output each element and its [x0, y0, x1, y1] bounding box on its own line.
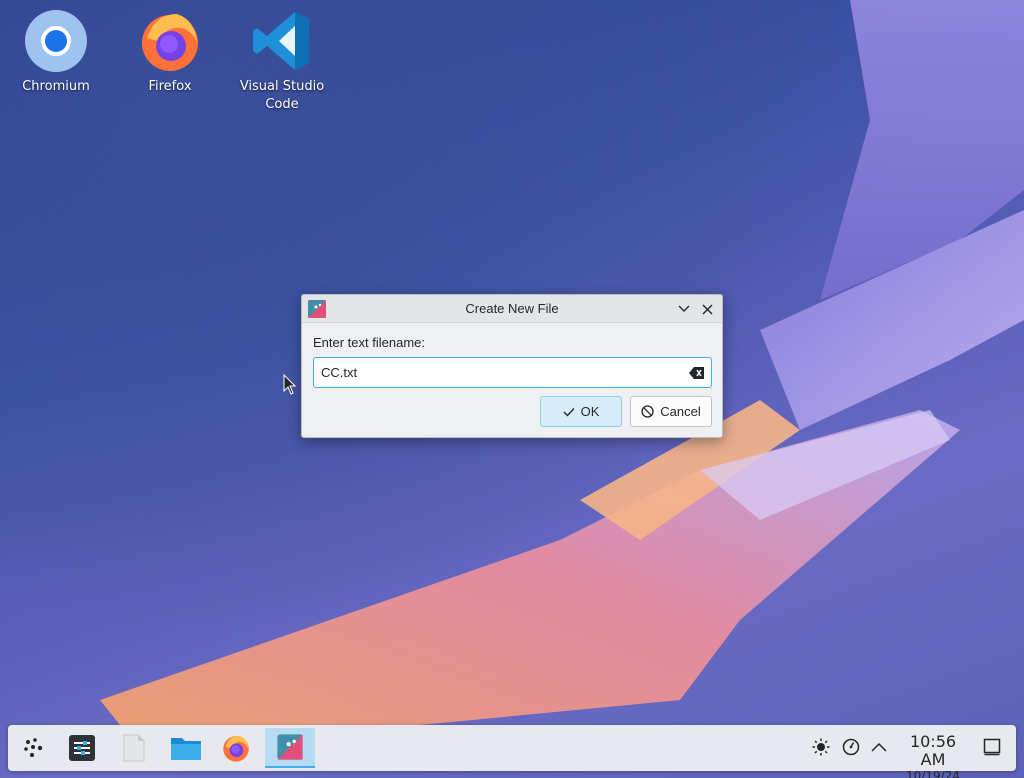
- desktop-icon-firefox[interactable]: Firefox: [122, 2, 218, 96]
- tray-brightness[interactable]: [810, 736, 832, 758]
- minimize-button[interactable]: [674, 299, 694, 319]
- taskbar-kdialog[interactable]: [265, 728, 315, 768]
- clock-date: 10/19/24: [906, 769, 960, 778]
- desktop-icon-chromium[interactable]: Chromium: [8, 2, 104, 96]
- desktop-icon-label: Visual Studio Code: [239, 79, 325, 112]
- cancel-button[interactable]: Cancel: [630, 396, 712, 427]
- show-desktop-button[interactable]: [981, 736, 1003, 758]
- taskbar: 10:56 AM 10/19/24: [8, 725, 1016, 778]
- brightness-icon: [812, 738, 830, 756]
- taskbar-file-manager[interactable]: [164, 728, 208, 768]
- mouse-pointer-icon: [283, 374, 297, 395]
- desktop-icon-vscode[interactable]: Visual Studio Code: [234, 2, 330, 114]
- close-button[interactable]: [697, 299, 717, 319]
- taskbar-firefox[interactable]: [214, 728, 258, 768]
- filename-input-value[interactable]: CC.txt: [321, 365, 357, 380]
- tray-system-monitor[interactable]: [840, 736, 862, 758]
- file-manager-icon: [171, 738, 201, 760]
- tray-expand-icon: [871, 742, 887, 752]
- ok-button[interactable]: OK: [540, 396, 622, 427]
- chevron-down-icon: [678, 305, 690, 312]
- taskbar-application-launcher[interactable]: [12, 728, 56, 768]
- close-icon: [702, 304, 712, 314]
- cancel-icon: [641, 405, 654, 418]
- kdialog-icon: [277, 734, 303, 760]
- filename-input[interactable]: CC.txt: [313, 357, 712, 388]
- checkmark-icon: [563, 407, 575, 417]
- taskbar-text-editor[interactable]: [112, 728, 156, 768]
- cancel-button-label: Cancel: [660, 404, 701, 419]
- clock-time: 10:56 AM: [909, 732, 957, 769]
- filename-prompt-label: Enter text filename:: [313, 335, 425, 350]
- create-new-file-dialog: Create New File Enter text filename: CC.…: [301, 294, 723, 438]
- firefox-icon: [223, 735, 249, 762]
- dialog-titlebar[interactable]: Create New File: [302, 295, 722, 323]
- firefox-icon: [142, 14, 198, 71]
- desktop-icon-label: Firefox: [148, 79, 192, 94]
- show-desktop-icon: [983, 738, 1001, 756]
- system-monitor-icon: [842, 738, 860, 756]
- clock[interactable]: 10:56 AM 10/19/24: [896, 733, 970, 778]
- dialog-title: Create New File: [465, 301, 559, 316]
- application-launcher-icon: [24, 738, 43, 757]
- taskbar-system-settings[interactable]: [60, 728, 104, 768]
- ok-button-label: OK: [580, 404, 600, 419]
- desktop-icon-label: Chromium: [22, 79, 90, 94]
- tray-expand[interactable]: [868, 736, 890, 758]
- vscode-icon: [253, 12, 309, 70]
- clear-text-icon[interactable]: [689, 366, 705, 380]
- chromium-icon: [25, 10, 87, 72]
- text-file-icon: [123, 734, 145, 762]
- system-settings-icon: [69, 735, 95, 761]
